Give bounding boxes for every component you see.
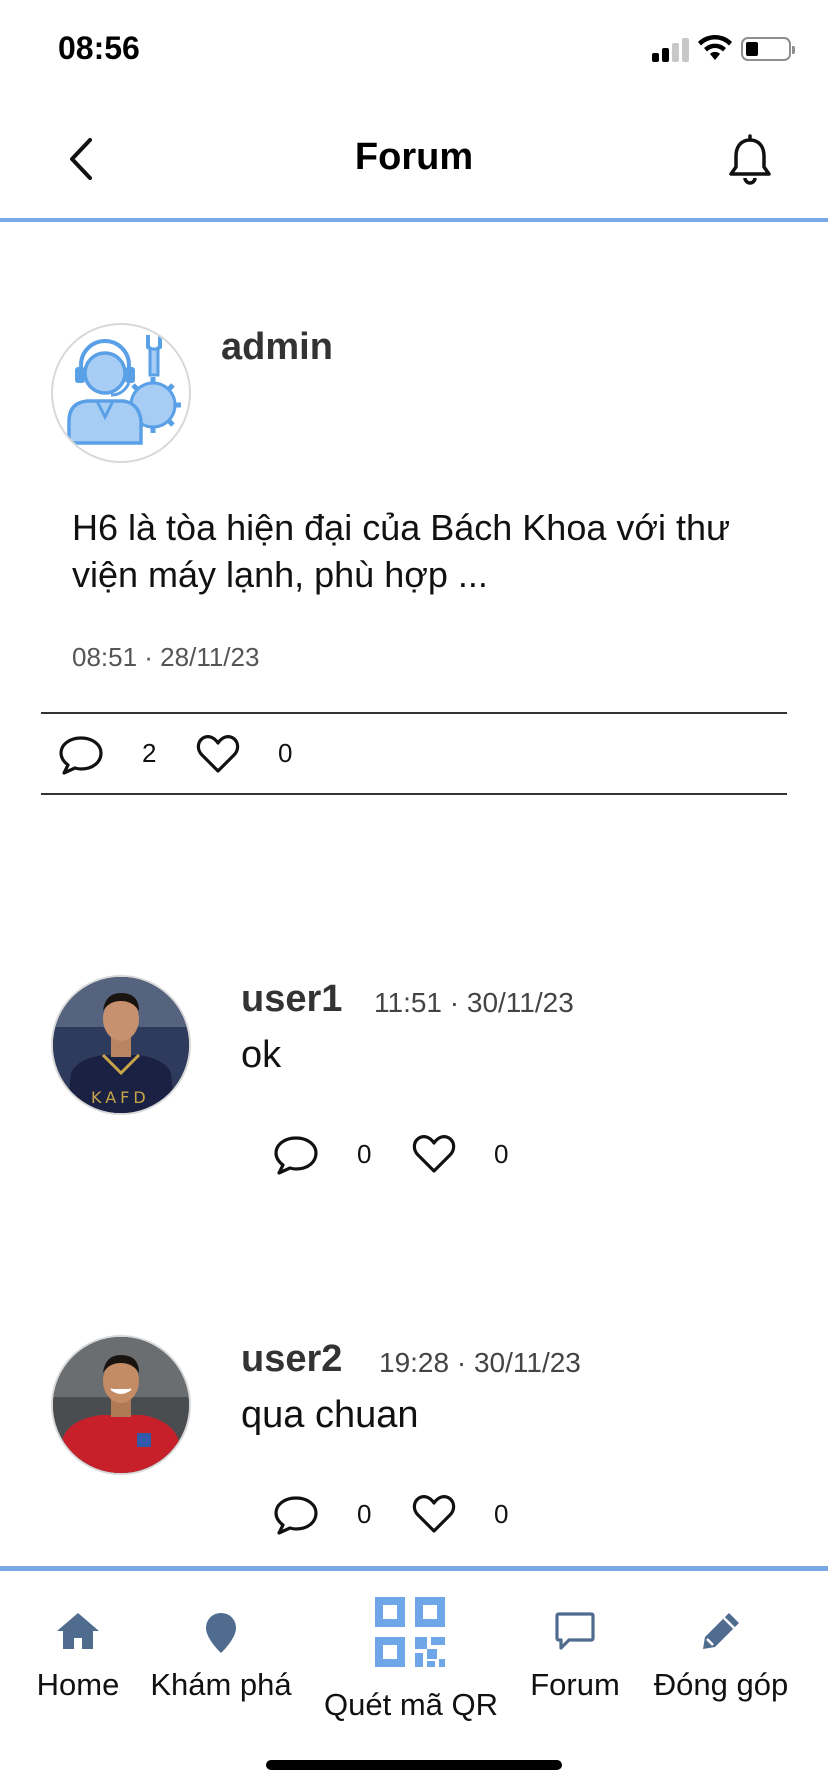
comment-like-button[interactable] [412,1134,456,1174]
nav-explore-label: Khám phá [150,1667,292,1702]
comment-reply-count: 0 [357,1139,372,1169]
heart-icon [412,1135,456,1173]
user2-avatar[interactable] [51,1335,191,1475]
speech-bubble-icon [274,1136,318,1175]
user1-avatar[interactable]: KAFD [51,975,191,1115]
map-pin-icon [206,1613,236,1653]
nav-scan-qr-label: Quét mã QR [324,1687,498,1722]
post-like-button[interactable] [196,734,240,774]
comment-reply-count: 0 [357,1499,372,1529]
comment-author[interactable]: user2 [241,1338,342,1381]
comment-like-count: 0 [494,1499,509,1529]
nav-home-label: Home [36,1667,120,1702]
nav-forum-label: Forum [530,1667,620,1702]
app-header: Forum [0,100,828,222]
svg-text:KAFD: KAFD [91,1088,150,1107]
comment-timestamp: 19:28 · 30/11/23 [379,1347,581,1378]
post-comment-button[interactable] [58,734,104,776]
wifi-icon [698,34,732,60]
page-title: Forum [354,136,474,178]
user-photo-icon [53,1337,189,1473]
nav-scan-qr[interactable]: Quét mã QR [316,1597,506,1723]
nav-forum[interactable]: Forum [520,1611,630,1703]
comment-text: ok [241,1034,282,1076]
post-timestamp: 08:51 · 28/11/23 [72,642,260,672]
divider [41,793,787,795]
divider [41,712,787,714]
nav-contribute-label: Đóng góp [653,1667,789,1702]
cellular-signal-icon [652,38,692,62]
admin-avatar[interactable] [51,323,191,463]
comment-reply-button[interactable] [273,1134,319,1176]
status-bar: 08:56 [0,0,828,100]
battery-icon [741,37,795,61]
status-time: 08:56 [58,30,140,66]
chat-bubble-icon [555,1612,595,1650]
bell-icon[interactable] [726,134,774,186]
post-content: H6 là tòa hiện đại của Bách Khoa với thư… [72,507,731,595]
bottom-navigation: Home Khám phá Quét mã QR Forum Đóng góp [0,1566,828,1792]
nav-explore[interactable]: Khám phá [146,1611,296,1703]
qr-code-icon [375,1597,445,1667]
home-icon [57,1613,99,1649]
post-author[interactable]: admin [221,326,333,369]
post-like-count: 0 [278,738,293,768]
nav-contribute[interactable]: Đóng góp [646,1611,796,1703]
home-indicator [266,1760,562,1770]
post-comment-count: 2 [142,738,157,768]
comment-text: qua chuan [241,1394,419,1436]
comment-reply-button[interactable] [273,1494,319,1536]
speech-bubble-icon [59,736,103,775]
support-agent-icon [53,325,189,461]
nav-home[interactable]: Home [20,1611,136,1703]
heart-icon [412,1495,456,1533]
pencil-icon [703,1613,739,1649]
heart-icon [196,735,240,773]
comment-like-button[interactable] [412,1494,456,1534]
speech-bubble-icon [274,1496,318,1535]
comment-author[interactable]: user1 [241,978,342,1021]
comment-timestamp: 11:51 · 30/11/23 [374,987,574,1018]
comment-like-count: 0 [494,1139,509,1169]
user-photo-icon: KAFD [53,977,189,1113]
